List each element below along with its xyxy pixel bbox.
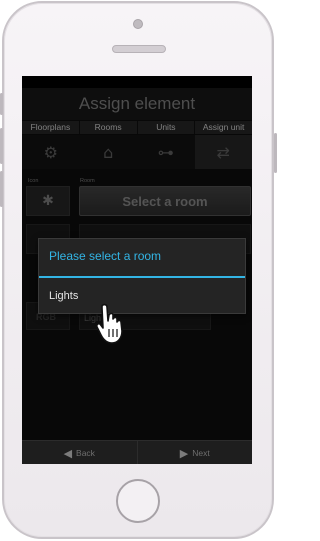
volume-down-button	[0, 171, 3, 207]
dialog-item-label: Lights	[49, 290, 79, 302]
dialog-item-lights[interactable]: Lights	[39, 279, 245, 313]
tap-hand-icon	[95, 303, 123, 344]
next-button[interactable]: ▶ Next	[138, 441, 253, 464]
dialog-divider	[39, 276, 245, 278]
back-button[interactable]: ◀ Back	[22, 441, 138, 464]
back-label: Back	[76, 448, 95, 458]
front-camera	[133, 19, 143, 29]
arrow-right-icon: ▶	[179, 447, 189, 460]
app-screen: Assign element Floorplans Rooms Units As…	[22, 76, 252, 464]
power-button	[274, 133, 277, 173]
next-label: Next	[192, 448, 210, 458]
volume-up-button	[0, 128, 3, 164]
dialog-title: Please select a room	[49, 249, 162, 263]
bottom-nav: ◀ Back ▶ Next	[22, 440, 252, 464]
select-room-dialog: Please select a room Lights	[38, 238, 246, 314]
home-button[interactable]	[116, 479, 160, 523]
earpiece-speaker	[112, 45, 166, 53]
mute-switch	[0, 93, 3, 115]
arrow-left-icon: ◀	[63, 447, 73, 460]
